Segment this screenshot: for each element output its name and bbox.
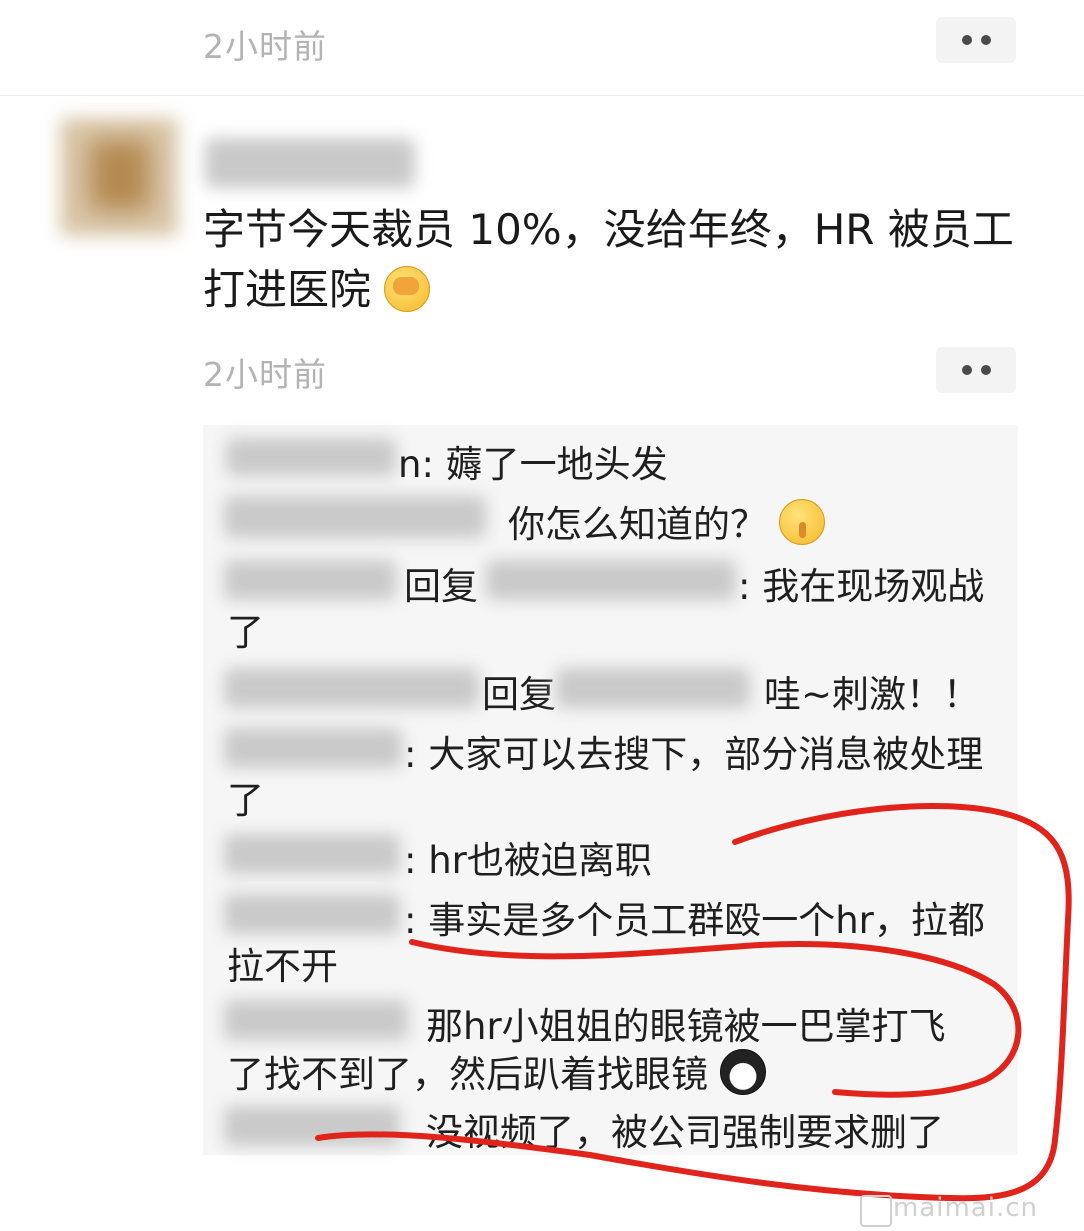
watermark: maimai.cn xyxy=(893,1193,1039,1223)
red-annotation-circle xyxy=(315,802,1072,1202)
maimai-logo-icon xyxy=(860,1195,892,1227)
